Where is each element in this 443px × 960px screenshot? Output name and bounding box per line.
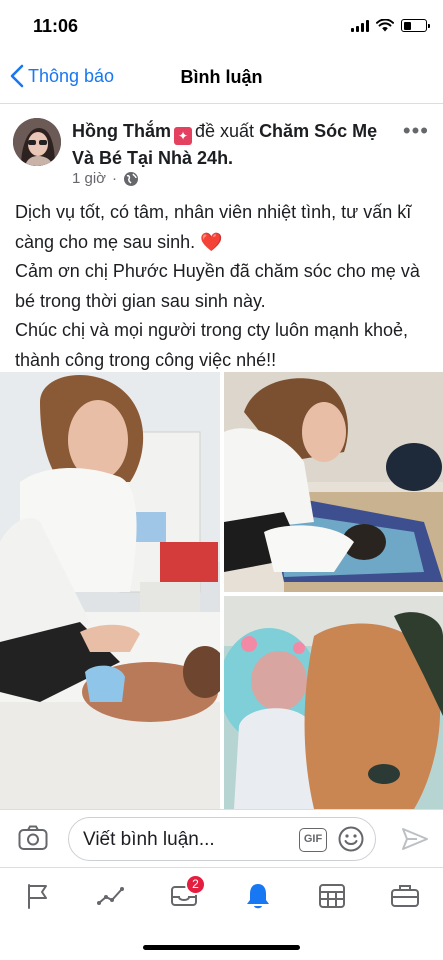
nav-bar: Thông báo Bình luận xyxy=(0,54,443,104)
avatar[interactable] xyxy=(13,118,61,166)
action-text: đề xuất xyxy=(195,121,255,141)
flag-icon xyxy=(28,884,47,909)
post-text-line: Cảm ơn chị Phước Huyền đã chăm sóc cho m… xyxy=(15,261,420,311)
tab-flag[interactable] xyxy=(18,878,58,914)
wifi-icon xyxy=(376,19,394,32)
battery-icon xyxy=(401,19,430,32)
status-icons xyxy=(351,19,430,32)
post-meta: 1 giờ · xyxy=(72,170,139,187)
smiley-icon xyxy=(338,826,364,852)
tab-tools[interactable] xyxy=(385,878,425,914)
heart-emoji: ❤️ xyxy=(200,231,223,252)
camera-icon xyxy=(18,825,48,850)
briefcase-icon xyxy=(391,885,419,907)
post-time[interactable]: 1 giờ xyxy=(72,170,106,187)
post-text-line: Chúc chị và mọi người trong cty luôn mạn… xyxy=(15,320,409,370)
send-button[interactable] xyxy=(401,827,429,856)
post-text: Dịch vụ tốt, có tâm, nhân viên nhiệt tìn… xyxy=(15,198,430,376)
gif-button[interactable]: GIF xyxy=(299,828,327,852)
more-options-button[interactable]: ••• xyxy=(403,118,429,144)
photo-grid xyxy=(0,372,443,809)
meta-separator: · xyxy=(112,170,118,187)
post-text-line: Dịch vụ tốt, có tâm, nhân viên nhiệt tìn… xyxy=(15,202,412,252)
tab-inbox[interactable]: 2 xyxy=(164,874,206,914)
recommend-badge-icon: ✦ xyxy=(174,127,192,145)
calendar-grid-icon xyxy=(319,884,345,908)
photo-2[interactable] xyxy=(224,372,443,592)
tab-notifications[interactable] xyxy=(238,878,278,914)
comment-placeholder: Viết bình luận... xyxy=(83,829,215,850)
camera-button[interactable] xyxy=(18,825,48,856)
send-icon xyxy=(402,828,428,850)
signal-icon xyxy=(351,19,369,32)
tab-activity[interactable] xyxy=(91,878,131,914)
notification-count-badge: 2 xyxy=(185,874,206,895)
emoji-button[interactable] xyxy=(338,826,364,857)
bell-icon xyxy=(247,884,269,909)
photo-3[interactable] xyxy=(224,596,443,809)
post-header: Hồng Thắm ✦ đề xuất Chăm Sóc Mẹ Và Bé Tại … xyxy=(0,104,443,194)
activity-icon xyxy=(97,887,124,905)
photo-1[interactable] xyxy=(0,372,220,809)
status-time: 11:06 xyxy=(33,16,79,36)
comment-input[interactable]: Viết bình luận... GIF xyxy=(68,817,376,861)
home-indicator xyxy=(143,945,300,950)
author-name[interactable]: Hồng Thắm xyxy=(72,121,171,141)
globe-icon xyxy=(124,171,139,186)
author-line: Hồng Thắm ✦ đề xuất Chăm Sóc Mẹ Và Bé Tại … xyxy=(72,118,392,171)
status-bar: 11:06 xyxy=(0,0,443,54)
page-title: Bình luận xyxy=(180,67,263,87)
tab-calendar[interactable] xyxy=(312,878,352,914)
comment-bar: Viết bình luận... GIF xyxy=(0,809,443,867)
